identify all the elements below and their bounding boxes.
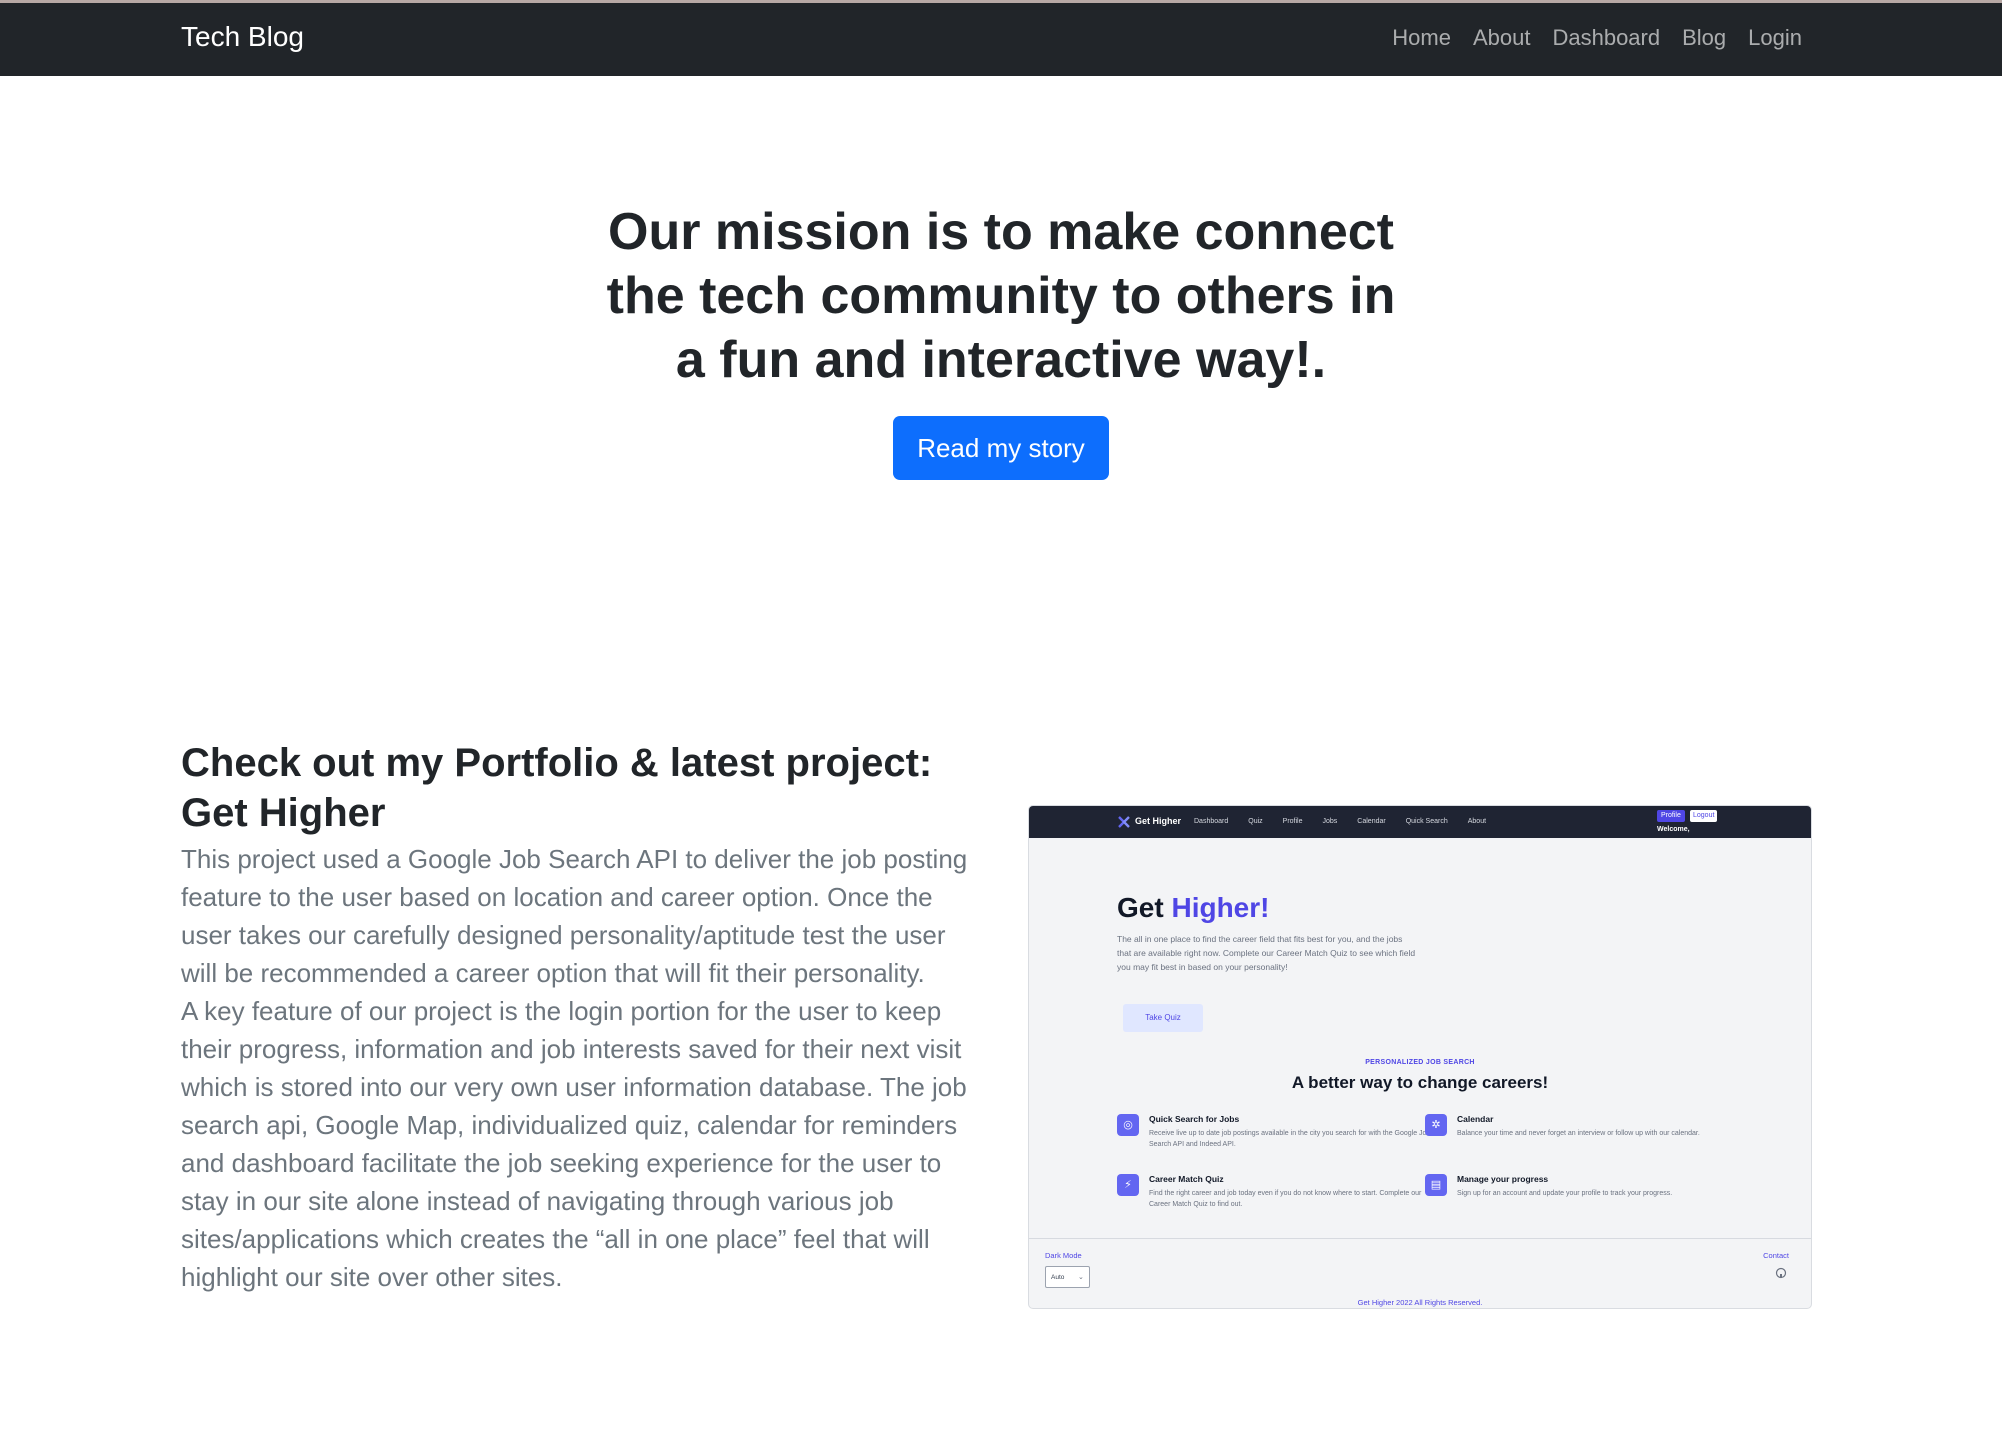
feature-text: Balance your time and never forget an in… bbox=[1457, 1130, 1700, 1137]
portfolio-section: Check out my Portfolio & latest project:… bbox=[181, 738, 971, 1296]
screenshot-link-jobs: Jobs bbox=[1322, 818, 1338, 825]
navbar-brand[interactable]: Tech Blog bbox=[181, 21, 304, 53]
nav-link-about[interactable]: About bbox=[1473, 25, 1531, 51]
feature-text: Sign up for an account and update your p… bbox=[1457, 1190, 1673, 1197]
top-navbar: Tech Blog Home About Dashboard Blog Logi… bbox=[0, 3, 2002, 76]
screenshot-select-value: Auto bbox=[1051, 1274, 1065, 1281]
screenshot-subheading: A better way to change careers! bbox=[1291, 1073, 1549, 1092]
calendar-icon: ✲ bbox=[1425, 1114, 1447, 1136]
screenshot-kicker: PERSONALIZED JOB SEARCH bbox=[1365, 1059, 1475, 1066]
feature-title: Manage your progress bbox=[1457, 1174, 1549, 1184]
portfolio-paragraph-1: This project used a Google Job Search AP… bbox=[181, 844, 968, 988]
screenshot-navbar: Get Higher Dashboard Quiz Profile Jobs C… bbox=[1029, 806, 1811, 838]
screenshot-copyright: Get Higher 2022 All Rights Reserved. bbox=[1357, 1298, 1483, 1307]
lightning-icon: ⚡ bbox=[1117, 1174, 1139, 1196]
screenshot-take-quiz-button: Take Quiz bbox=[1123, 1004, 1203, 1032]
nav-link-blog[interactable]: Blog bbox=[1682, 25, 1726, 51]
get-higher-screenshot: Get Higher Dashboard Quiz Profile Jobs C… bbox=[1028, 805, 1812, 1309]
screenshot-heading-accent: Higher! bbox=[1171, 892, 1270, 923]
portfolio-paragraph-2: A key feature of our project is the logi… bbox=[181, 996, 967, 1292]
screenshot-welcome-text: Welcome, bbox=[1657, 826, 1690, 833]
screenshot-heading-plain: Get bbox=[1117, 892, 1172, 923]
screenshot-nav-links: Dashboard Quiz Profile Jobs Calendar Qui… bbox=[1194, 818, 1486, 825]
portfolio-title: Check out my Portfolio & latest project:… bbox=[181, 741, 933, 835]
globe-icon: ◎ bbox=[1117, 1114, 1139, 1136]
screenshot-brand: Get Higher bbox=[1135, 816, 1182, 826]
screenshot-link-calendar: Calendar bbox=[1357, 818, 1386, 825]
screenshot-theme-select: Auto ⌄ bbox=[1045, 1266, 1090, 1288]
screenshot-dark-mode-label: Dark Mode bbox=[1045, 1251, 1082, 1260]
screenshot-link-quick-search: Quick Search bbox=[1405, 818, 1448, 825]
screenshot-heading: Get Higher! bbox=[1117, 892, 1269, 924]
nav-link-dashboard[interactable]: Dashboard bbox=[1552, 25, 1660, 51]
screenshot-profile-button: Profile bbox=[1657, 810, 1685, 822]
screenshot-link-about: About bbox=[1467, 818, 1487, 825]
screenshot-footer-divider bbox=[1029, 1238, 1811, 1239]
chat-icon: ▤ bbox=[1425, 1174, 1447, 1196]
feature-text: Find the right career and job today even… bbox=[1149, 1190, 1422, 1208]
github-icon bbox=[1775, 1267, 1787, 1279]
screenshot-link-dashboard: Dashboard bbox=[1194, 818, 1229, 825]
hero-section: Our mission is to make connect the tech … bbox=[0, 200, 2002, 480]
feature-title: Calendar bbox=[1457, 1114, 1494, 1124]
nav-links: Home About Dashboard Blog Login bbox=[1392, 25, 1802, 51]
nav-link-home[interactable]: Home bbox=[1392, 25, 1451, 51]
feature-title: Quick Search for Jobs bbox=[1149, 1114, 1240, 1124]
screenshot-link-quiz: Quiz bbox=[1248, 818, 1263, 825]
read-my-story-button[interactable]: Read my story bbox=[893, 416, 1109, 480]
screenshot-logout-button: Logout bbox=[1690, 810, 1718, 822]
feature-text: Receive live up to date job postings ava… bbox=[1149, 1130, 1431, 1148]
screenshot-contact-link: Contact bbox=[1763, 1251, 1789, 1260]
nav-link-login[interactable]: Login bbox=[1748, 25, 1802, 51]
feature-title: Career Match Quiz bbox=[1149, 1174, 1224, 1184]
chevron-down-icon: ⌄ bbox=[1078, 1274, 1084, 1281]
screenshot-link-profile: Profile bbox=[1282, 818, 1303, 825]
get-higher-logo-icon bbox=[1118, 816, 1130, 828]
screenshot-description: The all in one place to find the career … bbox=[1117, 934, 1416, 972]
hero-title: Our mission is to make connect the tech … bbox=[606, 203, 1396, 389]
